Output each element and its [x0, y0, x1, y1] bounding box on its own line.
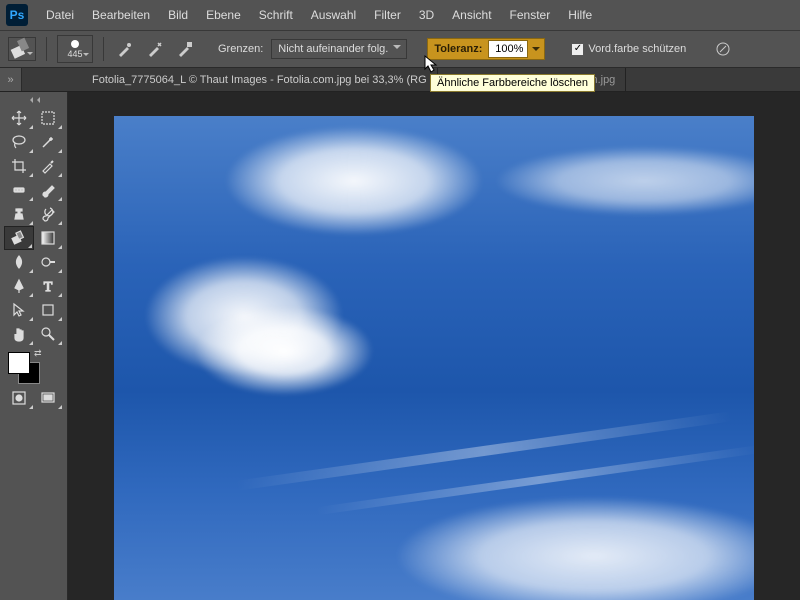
brush-size-value: 445 — [67, 49, 82, 59]
shape-tool[interactable] — [34, 298, 64, 322]
quick-mask-tool[interactable] — [4, 386, 34, 410]
menu-edit[interactable]: Bearbeiten — [84, 4, 158, 26]
pressure-size-button[interactable] — [712, 38, 734, 60]
workspace: T ⇄ — [0, 92, 800, 600]
magic-wand-tool[interactable] — [34, 130, 64, 154]
swap-colors-icon[interactable]: ⇄ — [34, 348, 42, 359]
color-swatches: ⇄ — [0, 346, 67, 386]
cloud-graphic — [194, 306, 374, 396]
menu-view[interactable]: Ansicht — [444, 4, 499, 26]
tolerance-label: Toleranz: — [428, 43, 488, 55]
foreground-color-swatch[interactable] — [8, 352, 30, 374]
protect-foreground-checkbox[interactable]: Vord.farbe schützen — [571, 43, 686, 56]
protect-foreground-label: Vord.farbe schützen — [588, 43, 686, 55]
hand-tool[interactable] — [4, 322, 34, 346]
menu-help[interactable]: Hilfe — [560, 4, 600, 26]
toolbox-collapse-button[interactable] — [28, 96, 40, 104]
cloud-graphic — [224, 126, 484, 236]
tolerance-dropdown[interactable] — [528, 40, 544, 58]
tolerance-group: Toleranz: 100% — [427, 38, 545, 60]
dodge-tool[interactable] — [34, 250, 64, 274]
path-selection-tool[interactable] — [4, 298, 34, 322]
history-brush-tool[interactable] — [34, 202, 64, 226]
brush-preset-picker[interactable]: 445 — [57, 35, 93, 63]
eyedropper-tool[interactable] — [34, 154, 64, 178]
limits-label: Grenzen: — [218, 43, 263, 55]
svg-text:T: T — [44, 280, 53, 294]
healing-brush-tool[interactable] — [4, 178, 34, 202]
menu-image[interactable]: Bild — [160, 4, 196, 26]
sampling-once-button[interactable] — [144, 38, 166, 60]
menu-3d[interactable]: 3D — [411, 4, 442, 26]
brush-tool[interactable] — [34, 178, 64, 202]
canvas-area — [68, 92, 800, 600]
menu-type[interactable]: Schrift — [251, 4, 301, 26]
pen-tool[interactable] — [4, 274, 34, 298]
menu-file[interactable]: Datei — [38, 4, 82, 26]
type-tool[interactable]: T — [34, 274, 64, 298]
menu-bar: Ps Datei Bearbeiten Bild Ebene Schrift A… — [0, 0, 800, 30]
tooltip: Ähnliche Farbbereiche löschen — [430, 74, 595, 92]
sampling-swatch-button[interactable] — [174, 38, 196, 60]
toolbox: T ⇄ — [0, 92, 68, 600]
gradient-tool[interactable] — [34, 226, 64, 250]
cloud-streak — [236, 411, 733, 490]
document-tab-bar: » Fotolia_7775064_L © Thaut Images - Fot… — [0, 68, 800, 92]
menu-layer[interactable]: Ebene — [198, 4, 249, 26]
menu-filter[interactable]: Filter — [366, 4, 409, 26]
options-bar: 445 Grenzen: Nicht aufeinander folg. Tol… — [0, 30, 800, 68]
checkbox-icon — [571, 43, 584, 56]
move-tool[interactable] — [4, 106, 34, 130]
tolerance-input[interactable]: 100% — [488, 40, 528, 58]
cloud-graphic — [394, 496, 754, 600]
brush-dot-icon — [71, 40, 79, 48]
document-canvas[interactable] — [114, 116, 754, 600]
marquee-tool[interactable] — [34, 106, 64, 130]
zoom-tool[interactable] — [34, 322, 64, 346]
cloud-graphic — [494, 146, 754, 216]
tab-expand-button[interactable]: » — [0, 68, 22, 91]
clone-stamp-tool[interactable] — [4, 202, 34, 226]
tool-preset-picker[interactable] — [8, 37, 36, 61]
app-logo: Ps — [6, 4, 28, 26]
screen-mode-tool[interactable] — [34, 386, 64, 410]
eraser-tool[interactable] — [4, 226, 34, 250]
sampling-continuous-button[interactable] — [114, 38, 136, 60]
blur-tool[interactable] — [4, 250, 34, 274]
background-eraser-icon — [9, 36, 35, 62]
menu-select[interactable]: Auswahl — [303, 4, 364, 26]
crop-tool[interactable] — [4, 154, 34, 178]
menu-window[interactable]: Fenster — [502, 4, 559, 26]
document-tab-active[interactable]: Fotolia_7775064_L © Thaut Images - Fotol… — [82, 68, 438, 91]
limits-dropdown[interactable]: Nicht aufeinander folg. — [271, 39, 407, 59]
lasso-tool[interactable] — [4, 130, 34, 154]
